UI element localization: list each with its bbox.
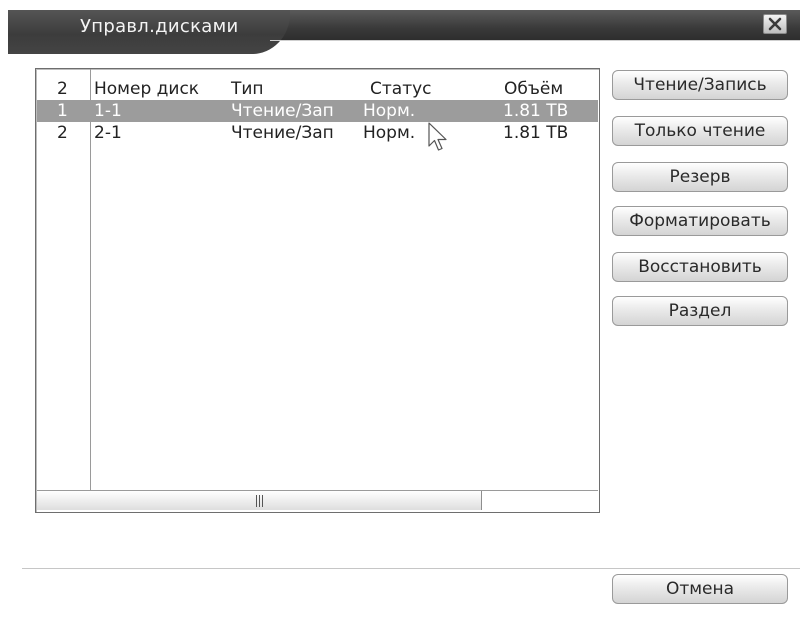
header-disk-number[interactable]: Номер диск (94, 78, 199, 100)
read-write-button[interactable]: Чтение/Запись (612, 70, 788, 100)
format-button[interactable]: Форматировать (612, 206, 788, 236)
header-status[interactable]: Статус (370, 78, 432, 100)
table-row[interactable]: 1 1-1 Чтение/Зап Норм. 1.81 TB (37, 100, 598, 122)
footer-divider (22, 568, 800, 569)
table-header-row: 2 Номер диск Тип Статус Объём (37, 78, 598, 100)
disk-management-dialog: Управл.дисками 2 Номер диск Тип Статус О… (0, 0, 806, 625)
title-bar[interactable]: Управл.дисками (0, 0, 806, 62)
table-row[interactable]: 2 2-1 Чтение/Зап Норм. 1.81 TB (37, 122, 598, 144)
header-size[interactable]: Объём (504, 78, 563, 100)
reserve-button[interactable]: Резерв (612, 162, 788, 192)
window-title: Управл.дисками (80, 16, 239, 37)
row-size: 1.81 TB (503, 101, 569, 121)
mouse-cursor-icon (428, 122, 447, 151)
header-type[interactable]: Тип (231, 78, 264, 100)
horizontal-scrollbar[interactable] (37, 490, 598, 511)
row-disk-number: 2-1 (94, 123, 122, 143)
close-icon (768, 17, 782, 31)
row-status: Норм. (363, 101, 416, 121)
scrollbar-thumb[interactable] (37, 491, 482, 510)
row-disk-number: 1-1 (94, 101, 122, 121)
row-size: 1.81 TB (503, 123, 569, 143)
grip-icon (256, 495, 263, 507)
row-index: 2 (57, 123, 68, 143)
title-underline (270, 40, 800, 59)
row-type: Чтение/Зап (231, 101, 334, 121)
close-button[interactable] (763, 14, 787, 34)
row-type: Чтение/Зап (231, 123, 334, 143)
cancel-button[interactable]: Отмена (612, 574, 788, 604)
header-count: 2 (57, 79, 68, 99)
partition-button[interactable]: Раздел (612, 296, 788, 326)
read-only-button[interactable]: Только чтение (612, 116, 788, 146)
row-index: 1 (57, 101, 68, 121)
row-status: Норм. (363, 123, 416, 143)
disk-table[interactable]: 2 Номер диск Тип Статус Объём 1 1-1 Чтен… (35, 68, 600, 513)
restore-button[interactable]: Восстановить (612, 252, 788, 282)
